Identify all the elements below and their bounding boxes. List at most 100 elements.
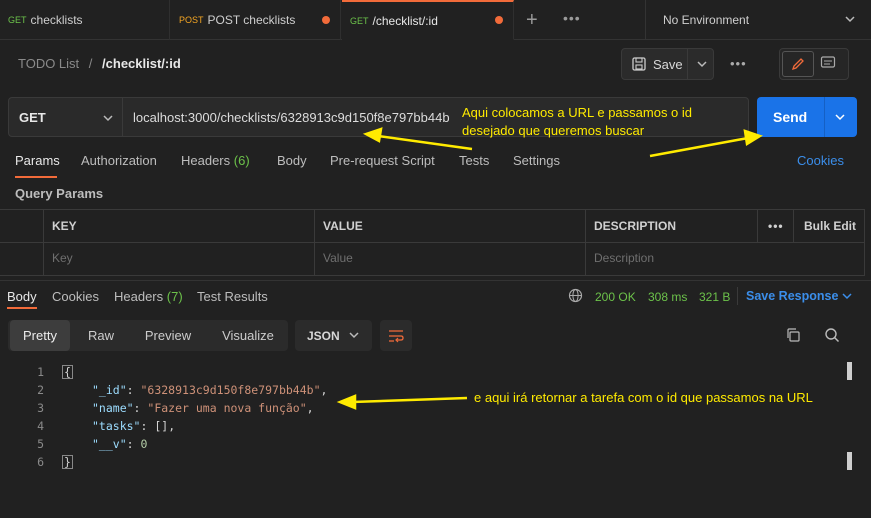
arrow-head [336, 394, 357, 410]
copy-icon[interactable] [785, 327, 801, 343]
breadcrumb-separator: / [88, 56, 93, 71]
send-button[interactable]: Send [757, 97, 857, 137]
value-input[interactable]: Value [323, 251, 353, 265]
response-headers-label: Headers [114, 289, 164, 304]
response-tab-test-results[interactable]: Test Results [197, 289, 268, 304]
tab-get-checklists[interactable]: GET checklists [0, 0, 170, 40]
tab-post-checklists[interactable]: POST POST checklists [171, 0, 341, 40]
tab-get-checklist-id[interactable]: GET /checklist/:id [342, 0, 514, 40]
table-more-icon[interactable]: ••• [768, 219, 784, 233]
format-pretty[interactable]: Pretty [10, 320, 70, 351]
format-preview-label: Preview [144, 328, 192, 343]
description-input[interactable]: Description [594, 251, 654, 265]
col-divider [585, 209, 586, 276]
globe-icon[interactable] [568, 288, 583, 303]
response-tab-headers[interactable]: Headers (7) [114, 289, 183, 304]
tab-method: GET [8, 15, 27, 25]
line-number: 3 [37, 401, 44, 415]
line-number: 2 [37, 383, 44, 397]
chevron-down-icon[interactable] [842, 293, 852, 300]
wrap-lines-button[interactable] [380, 320, 412, 351]
tab-label: /checklist/:id [372, 13, 438, 28]
col-divider [314, 209, 315, 276]
search-icon[interactable] [824, 327, 840, 343]
active-tab-indicator [7, 307, 37, 309]
line-number: 6 [37, 455, 44, 469]
scrollbar-thumb[interactable] [847, 362, 852, 380]
response-divider [0, 280, 871, 281]
json-value: [] [154, 419, 169, 433]
col-key: KEY [52, 219, 77, 233]
send-label: Send [773, 109, 808, 125]
edit-pencil-icon[interactable] [782, 51, 814, 77]
view-toggle [779, 48, 849, 80]
open-brace: { [62, 365, 73, 379]
tab-params[interactable]: Params [15, 153, 60, 168]
tab-headers[interactable]: Headers (6) [181, 153, 250, 168]
format-raw[interactable]: Raw [78, 320, 124, 351]
tab-headers-label: Headers [181, 153, 231, 168]
tab-tests[interactable]: Tests [459, 153, 489, 168]
tab-method: POST [179, 15, 204, 25]
arrow-to-send [649, 136, 749, 158]
tab-authorization[interactable]: Authorization [81, 153, 157, 168]
method-label: GET [19, 109, 46, 125]
format-raw-label: Raw [87, 328, 114, 343]
json-value: 0 [140, 437, 148, 451]
tab-pre-request-script[interactable]: Pre-request Script [330, 153, 435, 168]
format-visualize-label: Visualize [222, 328, 274, 343]
active-tab-indicator [15, 176, 57, 178]
format-select-label: JSON [307, 328, 340, 343]
response-tab-body[interactable]: Body [7, 289, 37, 304]
save-response-button[interactable]: Save Response [746, 289, 838, 303]
json-key: "tasks" [92, 419, 141, 433]
json-punc: , [320, 383, 328, 397]
url-value: localhost:3000/checklists/6328913c9d150f… [133, 109, 450, 125]
cookies-link[interactable]: Cookies [797, 153, 844, 168]
tab-label: POST checklists [207, 13, 296, 27]
tab-body[interactable]: Body [277, 153, 307, 168]
json-value: "6328913c9d150f8e797bb44b" [140, 383, 321, 397]
format-visualize[interactable]: Visualize [215, 320, 281, 351]
scrollbar-thumb[interactable] [847, 452, 852, 470]
code-line: "_id": "6328913c9d150f8e797bb44b", [92, 383, 328, 397]
tab-settings[interactable]: Settings [513, 153, 560, 168]
breadcrumb-collection[interactable]: TODO List [18, 56, 79, 71]
chevron-down-icon [835, 114, 845, 121]
json-key: "name" [92, 401, 134, 415]
format-preview[interactable]: Preview [136, 320, 200, 351]
json-punc: , [168, 419, 176, 433]
status-code[interactable]: 200 OK [595, 290, 636, 304]
save-label: Save [653, 56, 683, 72]
close-brace: } [62, 455, 73, 469]
method-select[interactable]: GET [8, 97, 123, 137]
more-tabs-icon[interactable]: ••• [563, 10, 581, 26]
save-button[interactable]: Save [621, 48, 714, 80]
environment-label: No Environment [663, 13, 750, 27]
response-headers-count: (7) [166, 289, 183, 304]
tab-label: checklists [30, 13, 83, 27]
code-line: "tasks": [], [92, 419, 176, 433]
unsaved-dot-icon [495, 16, 503, 24]
format-select[interactable]: JSON [295, 320, 372, 351]
col-divider [43, 209, 44, 276]
status-divider [737, 287, 738, 305]
breadcrumb: TODO List / /checklist/:id [18, 56, 181, 71]
table-divider [0, 242, 865, 243]
col-value: VALUE [323, 219, 363, 233]
bulk-edit-button[interactable]: Bulk Edit [804, 219, 856, 233]
wrap-lines-icon [389, 329, 404, 342]
comment-icon[interactable] [820, 55, 836, 74]
key-input[interactable]: Key [52, 251, 73, 265]
more-options-icon[interactable]: ••• [730, 56, 747, 71]
response-size[interactable]: 321 B [699, 290, 730, 304]
new-tab-plus-icon[interactable]: + [526, 9, 538, 32]
json-key: "__v" [92, 437, 127, 451]
environment-select[interactable]: No Environment [645, 0, 871, 40]
tab-method: GET [350, 15, 369, 26]
save-disk-icon [632, 57, 646, 71]
line-number: 5 [37, 437, 44, 451]
format-pretty-label: Pretty [23, 328, 57, 343]
response-tab-cookies[interactable]: Cookies [52, 289, 99, 304]
response-time[interactable]: 308 ms [648, 290, 687, 304]
